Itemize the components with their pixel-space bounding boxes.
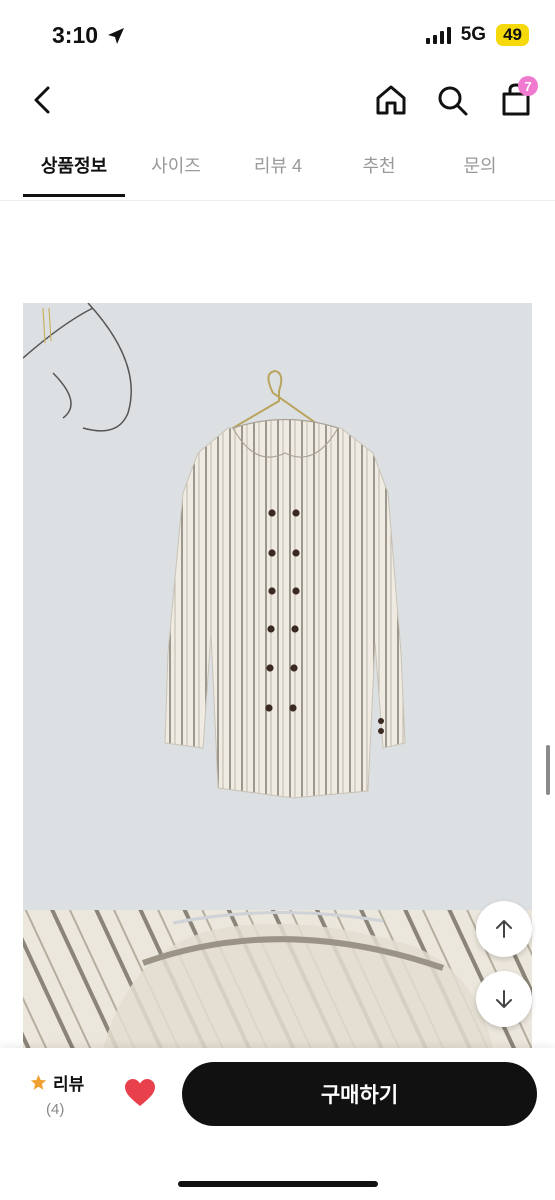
arrow-up-icon (496, 920, 512, 938)
arrow-down-icon (496, 990, 512, 1008)
tab-reviews[interactable]: 리뷰 4 (232, 152, 324, 178)
home-icon[interactable] (372, 80, 410, 120)
back-arrow-icon[interactable] (24, 80, 64, 120)
tab-inquiry[interactable]: 문의 (434, 152, 526, 178)
scroll-up-button[interactable] (476, 901, 532, 957)
review-label: 리뷰 (53, 1075, 85, 1094)
active-tab-indicator (23, 194, 125, 197)
cart-count-badge: 7 (518, 76, 538, 96)
signal-icon (425, 26, 451, 44)
home-indicator (178, 1181, 378, 1187)
review-count: (4) (46, 1101, 65, 1118)
star-icon (30, 1074, 47, 1090)
location-arrow-icon (108, 27, 125, 44)
battery-icon: 49 (496, 24, 529, 46)
bottom-action-bar: 리뷰 (4) 구매하기 (0, 1048, 555, 1200)
network-label: 5G (460, 24, 487, 45)
top-nav (0, 72, 555, 130)
tab-size[interactable]: 사이즈 (130, 152, 222, 178)
status-time: 3:10 (52, 22, 126, 49)
scrollbar-thumb[interactable] (546, 745, 550, 795)
search-icon[interactable] (434, 80, 472, 120)
status-bar: 3:10 5G 49 (0, 0, 555, 72)
review-summary[interactable]: 리뷰 (4) (30, 1070, 100, 1118)
heart-icon[interactable] (124, 1078, 156, 1108)
product-image (23, 303, 532, 1048)
buy-button[interactable]: 구매하기 (182, 1062, 537, 1126)
product-photo-shirt (23, 303, 532, 1048)
product-tabs: 상품정보 사이즈 리뷰 4 추천 문의 (0, 140, 555, 201)
time-label: 3:10 (52, 22, 99, 48)
tab-recommend[interactable]: 추천 (333, 152, 425, 178)
tab-product-info[interactable]: 상품정보 (23, 152, 125, 178)
scroll-down-button[interactable] (476, 971, 532, 1027)
